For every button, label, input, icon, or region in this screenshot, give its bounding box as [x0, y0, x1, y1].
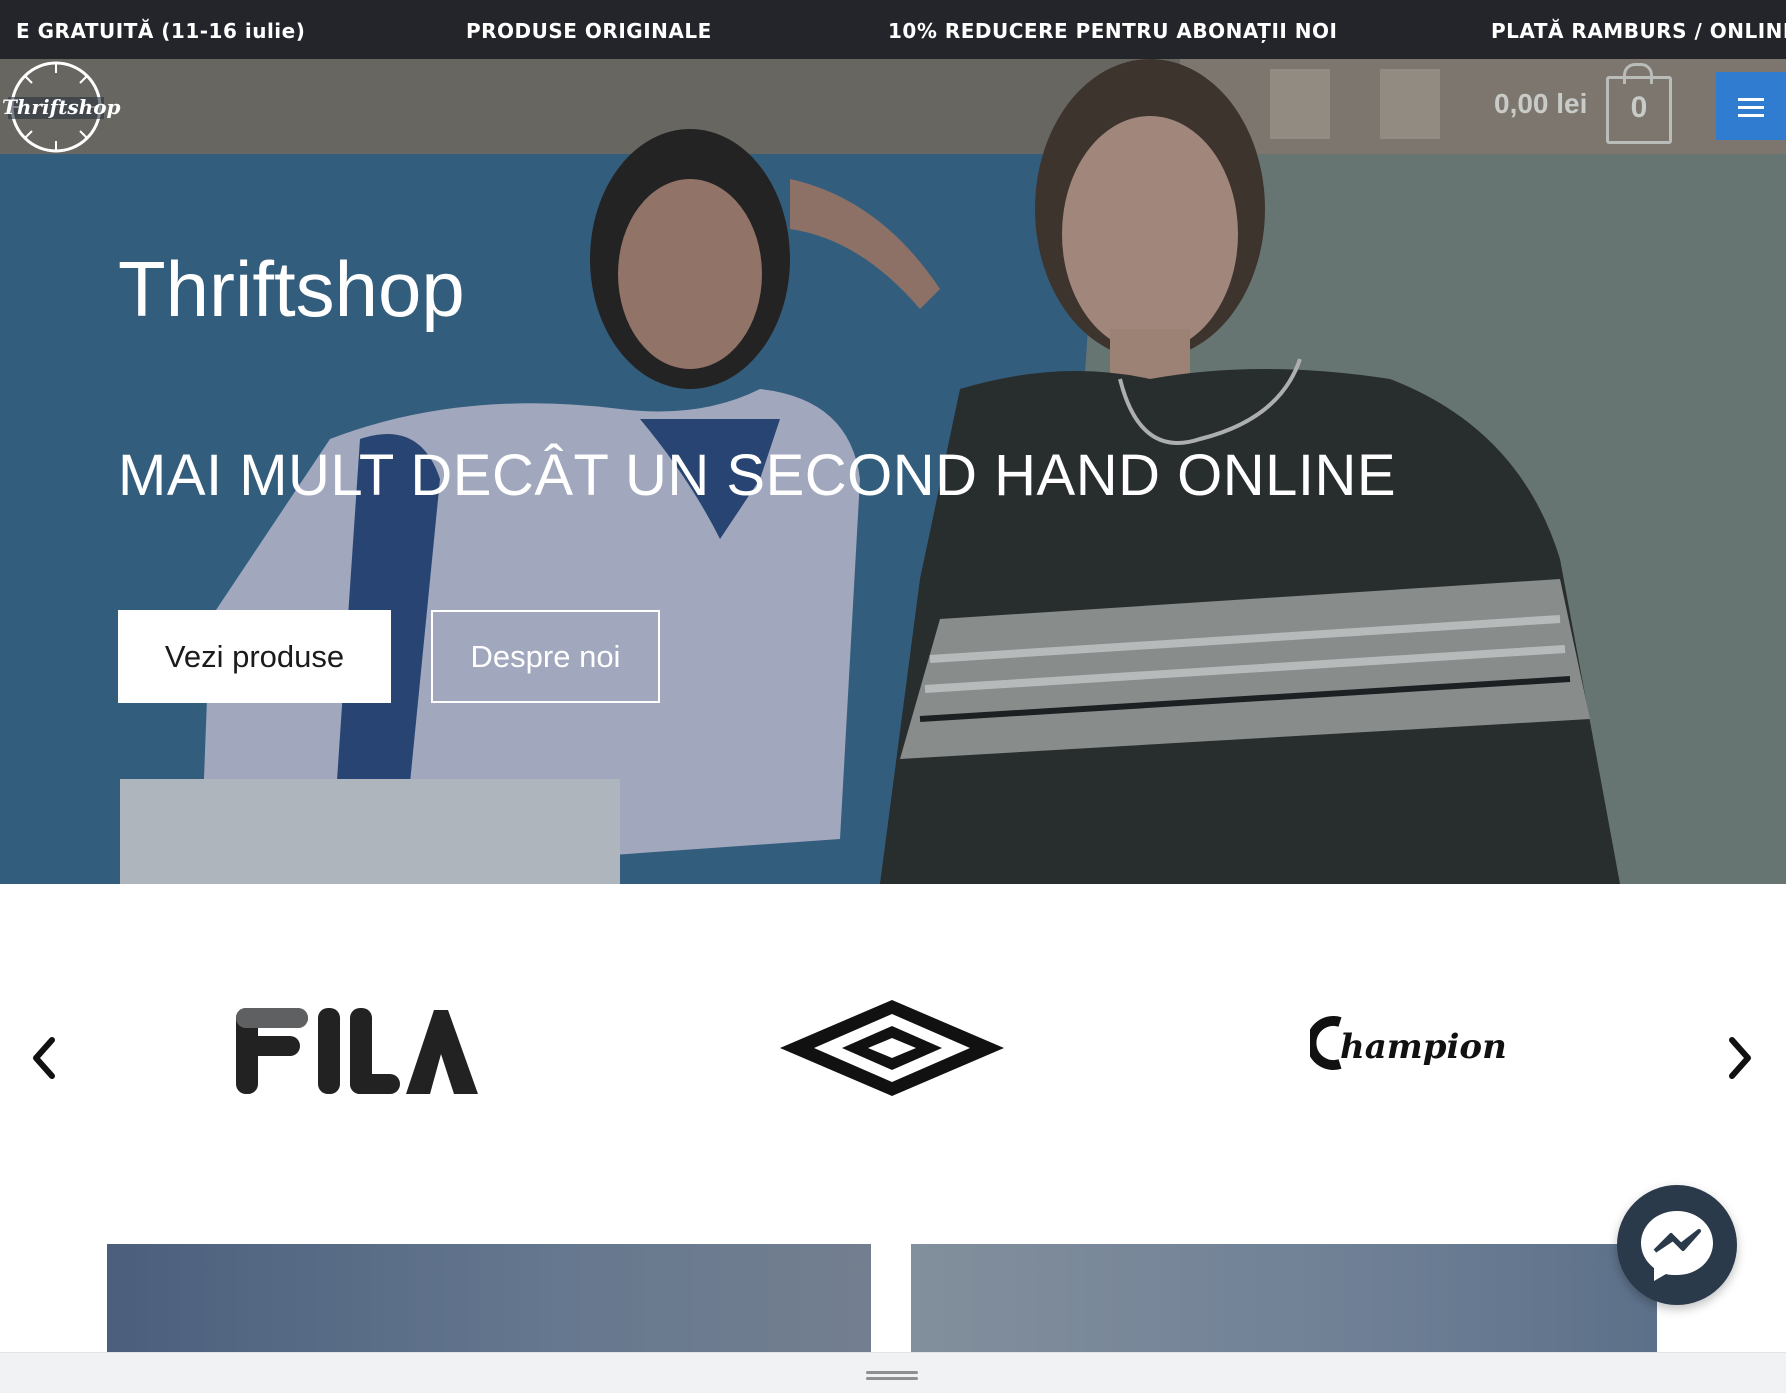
svg-text:hampion: hampion [1340, 1027, 1507, 1067]
brand-umbro[interactable] [776, 996, 1008, 1105]
messenger-chat-button[interactable] [1617, 1185, 1737, 1305]
cart-total[interactable]: 0,00 lei [1494, 88, 1587, 120]
cart-button[interactable]: 0 [1606, 63, 1672, 144]
announcement-bar: E GRATUITĂ (11-16 iulie) PRODUSE ORIGINA… [0, 0, 1786, 59]
chevron-left-icon[interactable] [26, 1032, 62, 1084]
thriftshop-logo[interactable]: Thriftshop [2, 59, 121, 155]
announcement-payment: PLATĂ RAMBURS / ONLINE [1491, 19, 1786, 43]
grip-line [866, 1371, 918, 1374]
brand-carousel: hampion [0, 884, 1786, 1184]
about-us-button[interactable]: Despre noi [431, 610, 660, 703]
grip-line [866, 1377, 918, 1380]
champion-logo: hampion [1306, 1016, 1507, 1070]
announcement-discount: 10% REDUCERE PENTRU ABONAȚII NOI [888, 19, 1338, 43]
bottom-sheet-handle[interactable] [0, 1352, 1786, 1393]
category-banner-right[interactable] [911, 1244, 1657, 1352]
chevron-right-icon[interactable] [1722, 1032, 1758, 1084]
announcement-original-products: PRODUSE ORIGINALE [466, 19, 712, 43]
logo-text: Thriftshop [2, 95, 121, 119]
hero-subtitle: MAI MULT DECÂT UN SECOND HAND ONLINE [118, 443, 1397, 508]
menu-button[interactable] [1716, 72, 1786, 140]
fila-logo [236, 1008, 478, 1094]
shopping-bag-icon [1623, 63, 1653, 84]
cart-count: 0 [1630, 91, 1648, 124]
hero-title: Thriftshop [118, 245, 465, 333]
brand-champion[interactable]: hampion [1306, 1016, 1542, 1077]
messenger-icon [1641, 1211, 1713, 1281]
view-products-button[interactable]: Vezi produse [118, 610, 391, 703]
category-banner-left[interactable] [107, 1244, 871, 1352]
announcement-free-shipping: E GRATUITĂ (11-16 iulie) [16, 19, 306, 43]
brand-fila[interactable] [234, 1006, 480, 1103]
umbro-logo [780, 1000, 1004, 1096]
